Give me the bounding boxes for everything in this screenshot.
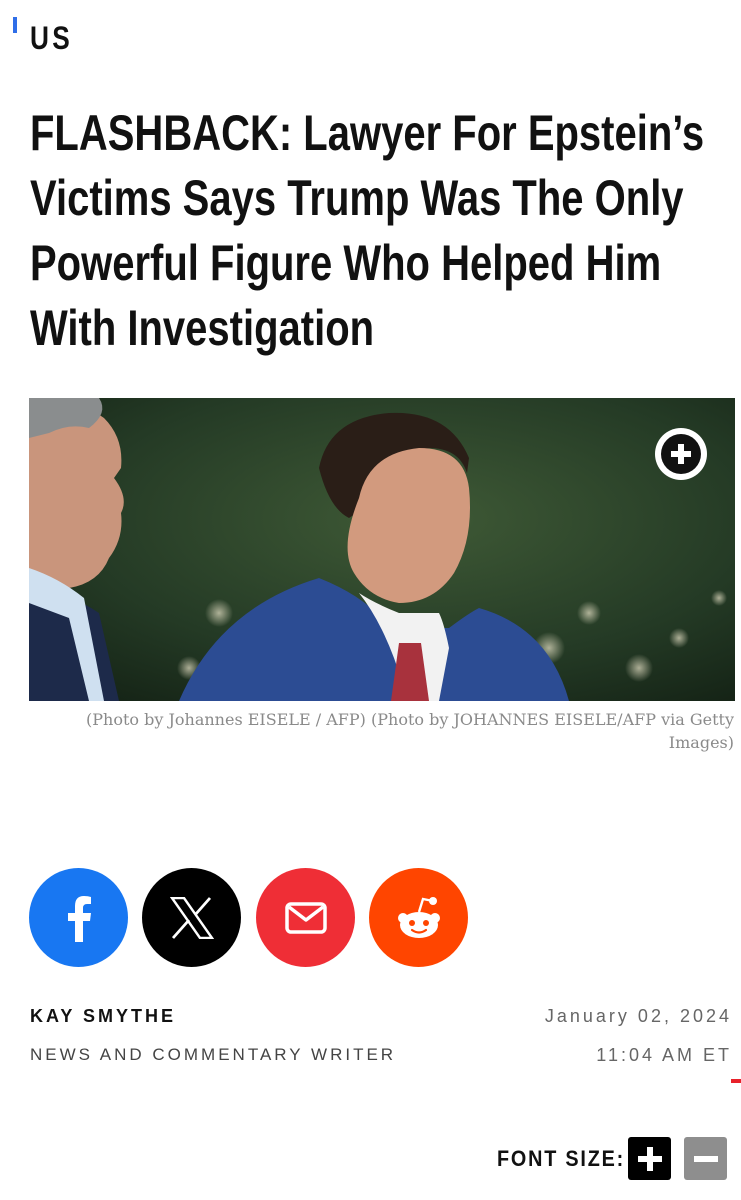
share-reddit-button[interactable] — [369, 868, 468, 967]
facebook-icon — [67, 895, 91, 942]
section-label[interactable]: US — [30, 22, 73, 54]
red-accent-mark — [731, 1079, 741, 1083]
headline-line: Powerful Figure Who Helped Him — [30, 235, 662, 291]
font-size-label: FONT SIZE: — [497, 1146, 625, 1171]
photo-caption: (Photo by Johannes EISELE / AFP) (Photo … — [86, 710, 734, 752]
photo-illustration — [29, 398, 735, 701]
article-headline: FLASHBACK: Lawyer For Epstein’s Victims … — [30, 101, 718, 361]
publish-date: January 02, 2024 — [544, 1006, 732, 1026]
reddit-icon — [397, 896, 440, 938]
headline-line: FLASHBACK: Lawyer For Epstein’s — [30, 105, 705, 161]
share-email-button[interactable] — [256, 868, 355, 967]
headline-line: With Investigation — [30, 300, 375, 356]
increase-font-size-button[interactable] — [628, 1137, 671, 1180]
article-photo[interactable] — [29, 398, 735, 701]
publish-time: 11:04 AM ET — [596, 1045, 732, 1065]
author-name[interactable]: KAY SMYTHE — [30, 1006, 176, 1027]
x-icon — [169, 896, 214, 939]
plus-icon — [661, 434, 701, 474]
plus-icon — [637, 1146, 662, 1171]
headline-line: Victims Says Trump Was The Only — [30, 170, 684, 226]
section-accent-bar — [13, 17, 17, 33]
decrease-font-size-button[interactable] — [684, 1137, 727, 1180]
mail-icon — [284, 901, 327, 934]
author-role: NEWS AND COMMENTARY WRITER — [30, 1045, 397, 1064]
share-x-button[interactable] — [142, 868, 241, 967]
share-facebook-button[interactable] — [29, 868, 128, 967]
expand-photo-button[interactable] — [655, 428, 707, 480]
minus-icon — [693, 1155, 718, 1162]
